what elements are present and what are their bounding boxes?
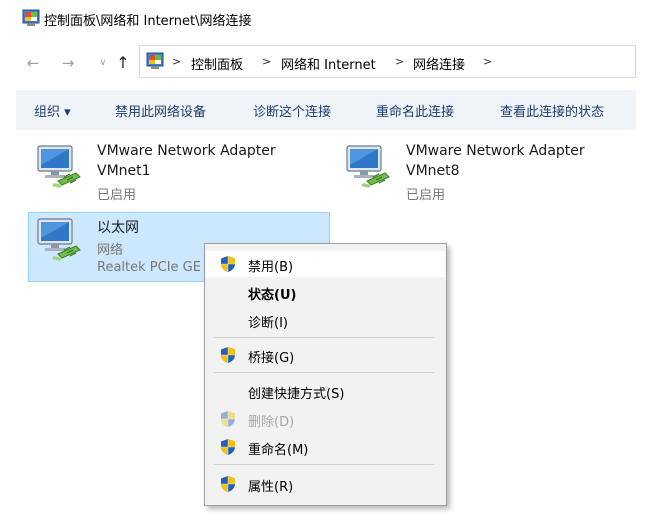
menu-item-rename[interactable]: 重命名(M): [248, 439, 308, 458]
control-panel-icon: [146, 52, 164, 70]
menu-item-delete: 删除(D): [248, 415, 295, 430]
adapter-device: Realtek PCIe GE: [97, 260, 201, 275]
menu-highlight: [206, 251, 445, 277]
diagnose-button[interactable]: 诊断这个连接: [253, 101, 331, 120]
uac-shield-icon: [220, 346, 236, 364]
adapter-name: VMware Network Adapter: [97, 143, 276, 159]
menu-item-disable[interactable]: 禁用(B): [248, 256, 293, 275]
adapter-status: 已启用: [406, 188, 446, 203]
breadcrumb-network-internet[interactable]: 网络和 Internet: [281, 54, 376, 73]
back-button[interactable]: ←: [24, 53, 42, 73]
network-adapter-icon: [34, 216, 84, 264]
breadcrumb-separator[interactable]: >: [483, 55, 492, 68]
forward-button[interactable]: →: [59, 53, 77, 73]
uac-shield-icon: [220, 255, 236, 273]
breadcrumb-control-panel[interactable]: 控制面板: [191, 54, 243, 73]
menu-item-status[interactable]: 状态(U): [248, 284, 296, 303]
breadcrumb-separator[interactable]: >: [262, 55, 271, 68]
adapter-name-line2: VMnet1: [97, 163, 151, 179]
adapter-network: 网络: [97, 243, 124, 258]
breadcrumb-separator[interactable]: >: [395, 55, 404, 68]
network-adapter-icon: [34, 143, 84, 191]
recent-locations-dropdown[interactable]: ∨: [94, 53, 112, 73]
disable-device-button[interactable]: 禁用此网络设备: [115, 101, 206, 120]
context-menu: [204, 243, 447, 506]
rename-button[interactable]: 重命名此连接: [376, 101, 454, 120]
network-adapter-icon: [343, 143, 393, 191]
adapter-status: 已启用: [97, 188, 137, 203]
up-button[interactable]: ↑: [114, 53, 132, 73]
uac-shield-icon: [220, 410, 236, 428]
menu-separator: [214, 372, 434, 373]
organize-menu-button[interactable]: 组织 ▾: [34, 101, 71, 120]
menu-separator: [214, 464, 434, 465]
control-panel-icon: [22, 9, 40, 27]
breadcrumb-separator[interactable]: >: [172, 55, 181, 68]
view-status-button[interactable]: 查看此连接的状态: [500, 101, 604, 120]
menu-separator: [214, 337, 434, 338]
uac-shield-icon: [220, 438, 236, 456]
adapter-name: 以太网: [97, 220, 139, 236]
adapter-name-line2: VMnet8: [406, 163, 460, 179]
uac-shield-icon: [220, 475, 236, 493]
adapter-name: VMware Network Adapter: [406, 143, 585, 159]
breadcrumb-network-connections[interactable]: 网络连接: [413, 54, 465, 73]
menu-item-diagnose[interactable]: 诊断(I): [248, 312, 288, 331]
window-title: 控制面板\网络和 Internet\网络连接: [44, 14, 252, 29]
menu-item-create-shortcut[interactable]: 创建快捷方式(S): [248, 383, 344, 402]
menu-item-properties[interactable]: 属性(R): [248, 476, 293, 495]
menu-item-bridge[interactable]: 桥接(G): [248, 347, 294, 366]
